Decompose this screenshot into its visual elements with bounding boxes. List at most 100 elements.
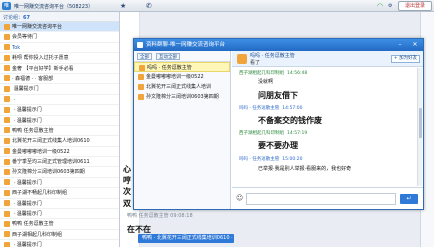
session-list-label: · (12, 96, 16, 103)
message-sender: 吗吗 · 任务逗散主管 (239, 106, 280, 111)
conversation-name: 吗吗 · 任务逗散主管 (250, 53, 295, 59)
avatar (4, 85, 10, 92)
avatar (4, 54, 10, 61)
avatar (4, 106, 10, 113)
session-list-item[interactable]: 耗呗 帮你投入过托子愿意 (0, 53, 119, 64)
session-list-item[interactable]: Tok (0, 43, 119, 54)
session-list-item[interactable]: · 温馨提示门 (0, 105, 119, 116)
session-list-item[interactable]: 番宁季至均三阔正式管理培训0611 (0, 157, 119, 168)
session-list-item[interactable]: 会员等待门 (0, 32, 119, 43)
dialog-session-label: 金曼嘟嘟嘟培训一级0522 (146, 74, 204, 80)
session-list-label: 西子湖相起几科印制组 (12, 231, 63, 238)
avatar (4, 44, 10, 51)
session-list-item[interactable]: 金奢 【平台好学】新手必看 (0, 64, 119, 74)
session-list-label: 温馨提示门 (12, 86, 39, 93)
avatar (4, 210, 10, 217)
avatar (138, 94, 144, 100)
avatar (138, 74, 144, 80)
left-header: 讨论组：67 (0, 12, 119, 22)
session-list-item[interactable]: · (0, 95, 119, 106)
wifi-icon: ◠ (377, 2, 384, 10)
avatar[interactable] (237, 54, 247, 64)
session-list-label: 金奢 【平台好学】新手必看 (12, 65, 74, 72)
avatar (4, 231, 10, 238)
dialog-session-item[interactable]: 北冀花开三阔正式线集人培训 (134, 82, 230, 92)
session-list-item[interactable]: 西子湖不畅起几科印制组 (0, 188, 119, 199)
conversation-subtitle: 看了 (250, 60, 261, 66)
avatar (4, 158, 10, 165)
session-list-label: 鸭鸭 任务逗散主管 (12, 221, 54, 228)
dialog-title: 资料群聊-唯一网赚交流咨询平台 (146, 42, 225, 48)
avatar (4, 75, 10, 82)
phone-icon[interactable]: ✆ (146, 2, 152, 10)
dialog-title-bar[interactable]: 资料群聊-唯一网赚交流咨询平台 – ✕ (134, 39, 423, 51)
star-icon[interactable]: ★ (120, 2, 126, 10)
background-group-pill[interactable]: 鸭鸭 · 北冀花开三阔正式线集培训0610 · (138, 234, 234, 243)
session-list-item[interactable]: 唯一网赚交流咨询平台 (0, 22, 119, 33)
tab-all[interactable]: 全部 (137, 53, 152, 60)
session-list-label: 番宁季至均三阔正式管理培训0611 (12, 159, 90, 166)
group-chat-dialog: 资料群聊-唯一网赚交流咨询平台 – ✕ 全部 互动全部 吗吗 · 任务逗散主管金… (133, 38, 424, 210)
tab-interaction-all[interactable]: 互动全部 (156, 53, 180, 60)
session-list-item[interactable]: 北冀花开三阔正式线集人培训0610 (0, 136, 119, 147)
session-list-item[interactable]: · 温馨提示门 (0, 116, 119, 126)
session-list-item[interactable]: · 森福德 · · 客服部 (0, 74, 119, 85)
session-list-item[interactable]: · 温馨提示门 (0, 178, 119, 189)
message-sender: 西子湖相起几科印制组 (239, 131, 284, 136)
avatar (138, 84, 144, 90)
dialog-session-rows: 吗吗 · 任务逗散主管金曼嘟嘟嘟培训一级0522 北冀花开三阔正式线集人培训孙文隆… (134, 62, 230, 102)
dialog-session-item[interactable]: 吗吗 · 任务逗散主管 (134, 62, 230, 72)
session-list-label: 北冀花开三阔正式线集人培训0610 (12, 138, 90, 145)
message-text: 问朋友借下 (258, 91, 298, 100)
message-text: 不备案交的钱作废 (258, 116, 322, 125)
dialog-session-list: 全部 互动全部 吗吗 · 任务逗散主管金曼嘟嘟嘟培训一级0522 北冀花开三阔正式… (134, 51, 231, 209)
avatar (4, 96, 10, 103)
session-list-label: · 温馨提示门 (12, 117, 42, 124)
dialog-session-item[interactable]: 金曼嘟嘟嘟培训一级0522 (134, 72, 230, 82)
session-list-item[interactable]: · 温馨提示门 (0, 209, 119, 220)
close-icon[interactable]: ✕ (410, 39, 420, 51)
session-list-item[interactable]: 西子湖相起几科印制组 (0, 230, 119, 241)
session-list-label: 金曼嘟嘟嘟培训一级0522 (12, 148, 70, 155)
message-scrollbar[interactable] (417, 68, 422, 186)
session-list-item[interactable]: 温馨提示门 (0, 84, 119, 95)
message-text: 没就啊 (258, 79, 274, 85)
session-list-item[interactable]: 金曼嘟嘟嘟培训一级0522 (0, 147, 119, 158)
session-list-item[interactable]: 孙文隆棉分三阔培训0603第四期 (0, 167, 119, 178)
session-list-item[interactable]: · 温馨提示门 (0, 199, 119, 210)
session-list-label: · 森福德 · · 客服部 (12, 75, 54, 82)
avatar (4, 241, 10, 247)
message-text: 已举报·我是别人举报·看服来的，我也好奇 (258, 166, 352, 172)
smile-icon[interactable]: ☺ (236, 194, 243, 203)
message-sender: 吗吗 · 任务逗散主管 (239, 157, 280, 162)
message-time: 15:00:20 (282, 157, 303, 162)
background-chat-char: 双 (123, 199, 131, 208)
session-list-item[interactable]: 鸭鸭 任务逗散主管 (0, 219, 119, 230)
dialog-session-item[interactable]: 孙文隆棉分三阔培训0603第四期 (134, 92, 230, 102)
avatar (4, 137, 10, 144)
dialog-session-label: 北冀花开三阔正式线集人培训 (146, 84, 212, 90)
session-list-label: 鸭鸭 任务逗散主管 (12, 127, 54, 134)
session-list-item[interactable]: 鸭鸭 任务逗散主管 (0, 126, 119, 137)
session-list-item[interactable]: · 温馨提示门 (0, 240, 119, 247)
scrollbar-thumb[interactable] (419, 108, 422, 138)
avatar (4, 117, 10, 124)
session-list-label: · 温馨提示门 (12, 242, 42, 247)
minimize-icon[interactable]: – (395, 39, 405, 51)
message-input[interactable] (246, 193, 396, 205)
session-list: 唯一网赚交流咨询平台 会员等待门 Tok 耗呗 帮你投入过托子愿意 金奢 【平台好学】新… (0, 22, 119, 247)
message-meta: 吗吗 · 任务逗散主管 14:57:00 (239, 105, 303, 111)
avatar (4, 220, 10, 227)
exit-button[interactable]: 退出登录 (398, 1, 432, 11)
add-friend-button[interactable]: + 加为好友 (391, 55, 420, 63)
avatar (4, 179, 10, 186)
message-meta: 西子湖相起几科印制组 14:57:19 (239, 130, 307, 136)
message-time: 14:57:00 (282, 106, 303, 111)
message-sender: 西子湖相起几科印制组 (239, 71, 284, 76)
session-list-label: · 温馨提示门 (12, 179, 42, 186)
session-list-label: · 温馨提示门 (12, 107, 42, 114)
message-list: 西子湖相起几科印制组 14:56:48 没就啊 问朋友借下 吗吗 · 任务逗散主管… (232, 68, 423, 186)
send-button[interactable]: ↵ (400, 194, 418, 204)
gear-icon[interactable]: ⚙ (388, 2, 392, 10)
session-list-label: · 温馨提示门 (12, 211, 42, 218)
